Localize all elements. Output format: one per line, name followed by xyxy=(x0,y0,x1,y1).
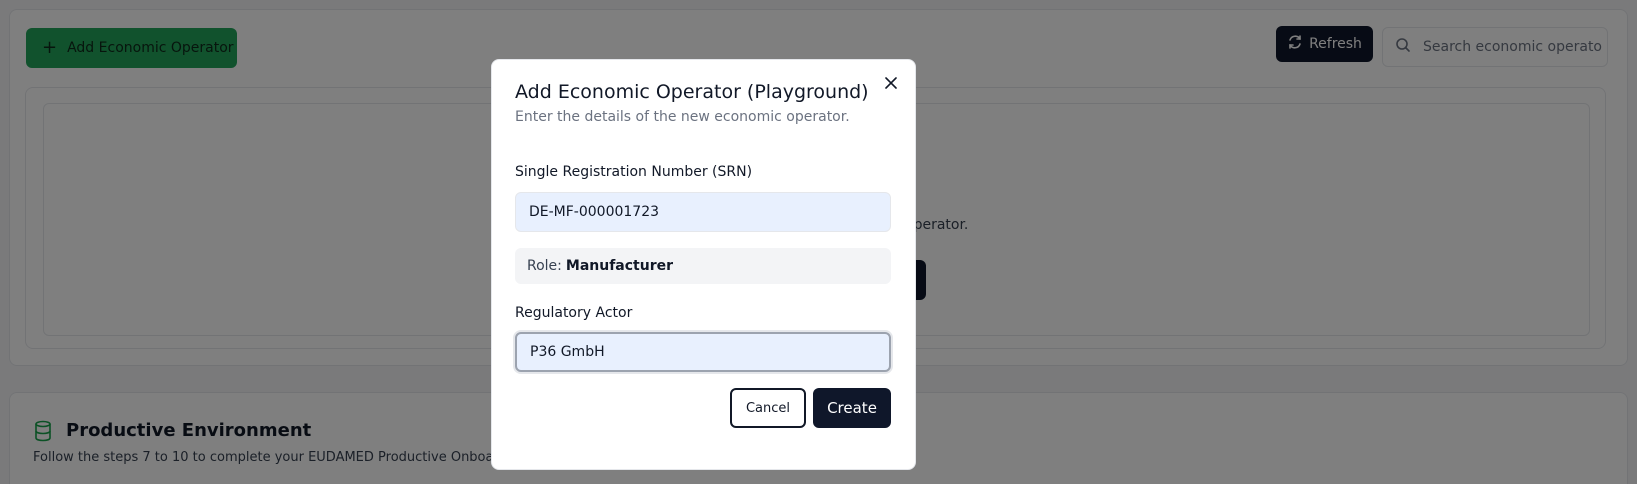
dialog-description: Enter the details of the new economic op… xyxy=(515,109,850,125)
srn-label: Single Registration Number (SRN) xyxy=(515,164,753,180)
close-icon xyxy=(885,74,897,93)
create-button[interactable]: Create xyxy=(813,388,891,428)
role-value: Manufacturer xyxy=(565,258,674,274)
dialog-title: Add Economic Operator (Playground) xyxy=(515,81,869,103)
close-dialog-button[interactable] xyxy=(883,75,899,91)
regulatory-actor-input[interactable] xyxy=(515,332,891,372)
role-prefix: Role: xyxy=(527,258,562,274)
role-display: Role: Manufacturer xyxy=(515,248,891,284)
regulatory-actor-label: Regulatory Actor xyxy=(515,305,633,321)
cancel-button[interactable]: Cancel xyxy=(730,388,806,428)
srn-input[interactable] xyxy=(515,192,891,232)
